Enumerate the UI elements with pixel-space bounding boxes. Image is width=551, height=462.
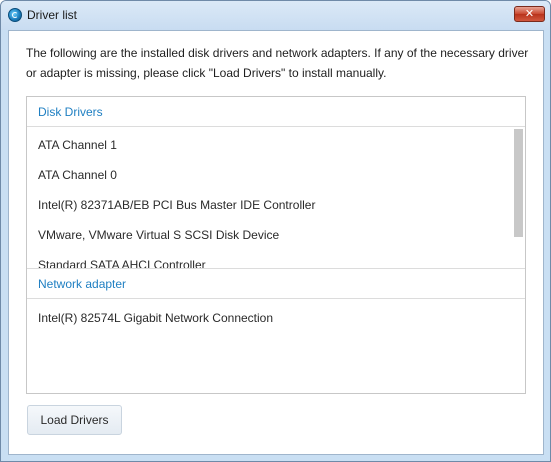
network-adapter-list[interactable]: Intel(R) 82574L Gigabit Network Connecti… <box>27 299 525 393</box>
intro-text: The following are the installed disk dri… <box>26 46 529 80</box>
drivers-panel: Disk Drivers ATA Channel 1 ATA Channel 0… <box>26 96 526 394</box>
driver-list-window: Driver list ✕ The following are the inst… <box>0 0 551 462</box>
list-item[interactable]: Intel(R) 82574L Gigabit Network Connecti… <box>38 311 273 325</box>
title-bar[interactable]: Driver list ✕ <box>1 1 550 30</box>
disk-drivers-list[interactable]: ATA Channel 1 ATA Channel 0 Intel(R) 823… <box>27 128 525 268</box>
list-item[interactable]: Intel(R) 82371AB/EB PCI Bus Master IDE C… <box>38 198 315 212</box>
disk-list-scrollbar[interactable] <box>514 129 523 237</box>
app-logo-icon <box>8 8 22 22</box>
list-item[interactable]: VMware, VMware Virtual S SCSI Disk Devic… <box>38 228 279 242</box>
close-icon: ✕ <box>524 8 535 20</box>
list-item[interactable]: Standard SATA AHCI Controller <box>38 258 206 268</box>
network-adapter-header: Network adapter <box>27 268 525 299</box>
window-title: Driver list <box>27 8 77 22</box>
load-drivers-button[interactable]: Load Drivers <box>27 405 122 435</box>
list-item[interactable]: ATA Channel 1 <box>38 138 117 152</box>
list-item[interactable]: ATA Channel 0 <box>38 168 117 182</box>
close-button[interactable]: ✕ <box>514 6 545 22</box>
dialog-body: The following are the installed disk dri… <box>8 30 544 455</box>
disk-drivers-header: Disk Drivers <box>27 97 525 127</box>
